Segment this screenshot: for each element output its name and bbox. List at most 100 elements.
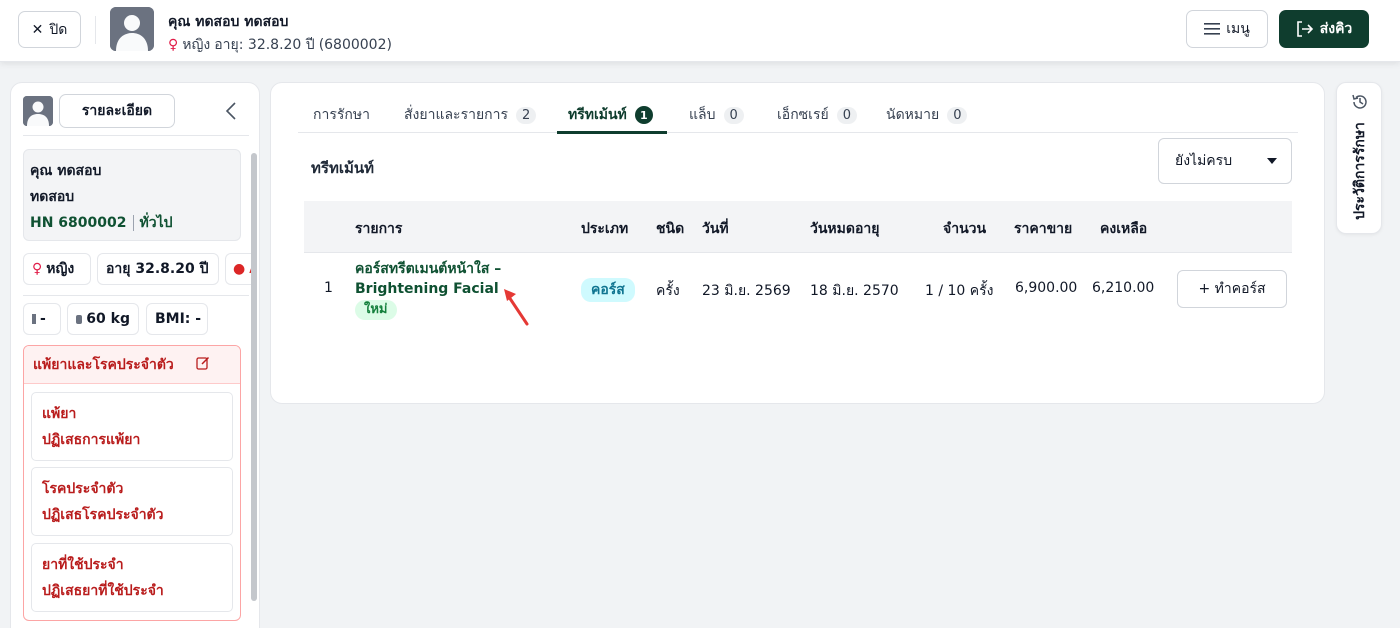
sidebar-divider: [23, 295, 249, 296]
tab-xray[interactable]: เอ็กซเรย์ 0: [777, 97, 857, 133]
allergy-item-label: ยาที่ใช้ประจำ: [42, 557, 124, 573]
tab-count: 1: [634, 106, 653, 124]
menu-button[interactable]: เมนู: [1186, 10, 1268, 48]
hn-number: HN 6800002: [30, 215, 127, 231]
patient-name: คุณ ทดสอบ ทดสอบ: [168, 14, 289, 30]
hamburger-icon: [1204, 23, 1221, 35]
tab-appointment[interactable]: นัดหมาย 0: [886, 97, 968, 133]
hn-line: HN 6800002 ทั่วไป: [30, 210, 234, 236]
age-chip: อายุ 32.8.20 ปี: [97, 253, 219, 285]
row-index: 1: [324, 280, 333, 296]
sidebar-name-line1: คุณ ทดสอบ: [30, 163, 102, 179]
main-panel: การรักษา สั่งยาและรายการ 2 ทรีทเม้นท์ 1 …: [270, 82, 1325, 404]
tab-label: นัดหมาย: [886, 107, 940, 123]
user-silhouette-icon: [23, 96, 53, 126]
col-header-date: วันที่: [702, 221, 729, 237]
scale-icon: [76, 314, 83, 324]
allergy-item-drug: แพ้ยา ปฏิเสธการแพ้ยา: [31, 392, 233, 461]
history-label-wrap: ประวัติการรักษา: [1341, 113, 1379, 229]
col-header-expiry: วันหมดอายุ: [810, 221, 880, 237]
table-header: รายการ ประเภท ชนิด วันที่ วันหมดอายุ จำน…: [304, 201, 1292, 253]
col-header-item: รายการ: [355, 221, 403, 237]
caret-down-icon: [1267, 158, 1277, 164]
edit-icon[interactable]: [196, 356, 210, 374]
tab-label: สั่งยาและรายการ: [404, 107, 509, 123]
status-filter-select[interactable]: ยังไม่ครบ: [1158, 138, 1292, 184]
detail-button[interactable]: รายละเอียด: [59, 94, 175, 128]
patient-code: (6800002): [318, 37, 392, 53]
tab-treatments-course[interactable]: ทรีทเม้นท์ 1: [568, 97, 653, 133]
weight-value: 60 kg: [86, 311, 130, 327]
patient-age: อายุ: 32.8.20 ปี: [214, 37, 315, 53]
close-icon: ✕: [31, 21, 44, 38]
patient-sidebar: รายละเอียด คุณ ทดสอบ ทดสอบ HN 6800002 ทั…: [10, 82, 260, 628]
gender-chip: ♀ หญิง: [23, 253, 91, 285]
user-silhouette-icon: [110, 7, 154, 51]
allergy-item-label: แพ้ยา: [42, 406, 77, 422]
tab-label: เอ็กซเรย์: [777, 107, 829, 123]
tab-bar: การรักษา สั่งยาและรายการ 2 ทรีทเม้นท์ 1 …: [298, 97, 1298, 133]
col-header-quantity: จำนวน: [943, 221, 987, 237]
tab-count: 0: [947, 106, 968, 124]
annotation-arrow-icon: [504, 289, 529, 326]
tab-lab[interactable]: แล็บ 0: [689, 97, 744, 133]
col-header-type: ประเภท: [581, 221, 629, 237]
hn-separator: [132, 215, 134, 231]
row-quantity: 1 / 10 ครั้ง: [925, 283, 994, 299]
tab-count: 2: [516, 106, 537, 124]
allergy-item-value: ปฏิเสธการแพ้ยา: [42, 432, 141, 448]
allergy-section: แพ้ยาและโรคประจำตัว แพ้ยา ปฏิเสธการแพ้ยา…: [23, 345, 241, 621]
top-header: ✕ ปิด คุณ ทดสอบ ทดสอบ ♀ หญิง อายุ: 32.8.…: [0, 0, 1400, 62]
col-header-price: ราคาขาย: [1014, 221, 1073, 237]
sidebar-divider: [23, 135, 249, 136]
allergy-item-disease: โรคประจำตัว ปฏิเสธโรคประจำตัว: [31, 467, 233, 536]
allergy-item-value: ปฏิเสธยาที่ใช้ประจำ: [42, 583, 164, 599]
tab-label: แล็บ: [689, 107, 716, 123]
close-label: ปิด: [49, 21, 68, 38]
bmi-chip: BMI: -: [146, 303, 208, 335]
row-price: 6,900.00: [1015, 280, 1078, 296]
tab-treatment[interactable]: การรักษา: [313, 97, 370, 133]
gender-value: หญิง: [46, 261, 75, 277]
height-icon: [32, 314, 36, 324]
treatment-history-tab[interactable]: ประวัติการรักษา: [1336, 82, 1382, 234]
col-header-unit: ชนิด: [656, 221, 685, 237]
sidebar-scrollbar[interactable]: [251, 153, 257, 601]
row-expiry: 18 มิ.ย. 2570: [810, 283, 899, 299]
tab-label: การรักษา: [313, 107, 370, 123]
history-icon: [1352, 94, 1367, 109]
female-icon: ♀: [168, 37, 179, 53]
blood-drop-icon: ●: [233, 261, 246, 277]
bmi-value: BMI: -: [155, 311, 202, 327]
table-row: 1 คอร์สทรีตเมนต์หน้าใส – Brightening Fac…: [304, 254, 1292, 328]
active-tab-indicator: [557, 131, 667, 134]
row-remaining: 6,210.00: [1092, 280, 1155, 296]
close-button[interactable]: ✕ ปิด: [18, 11, 81, 48]
type-badge: คอร์ส: [581, 278, 635, 302]
tab-orders[interactable]: สั่งยาและรายการ 2: [404, 97, 537, 133]
send-queue-label: ส่งคิว: [1319, 21, 1353, 37]
allergy-header: แพ้ยาและโรคประจำตัว: [24, 346, 240, 384]
do-course-label: + ทำคอร์ส: [1198, 281, 1266, 297]
patient-summary-card: คุณ ทดสอบ ทดสอบ HN 6800002 ทั่วไป: [23, 149, 241, 241]
collapse-sidebar-button[interactable]: [219, 99, 243, 123]
allergy-item-label: โรคประจำตัว: [42, 481, 124, 497]
tab-label: ทรีทเม้นท์: [568, 107, 627, 123]
chevron-left-icon: [225, 102, 236, 120]
new-badge: ใหม่: [355, 300, 397, 320]
sidebar-avatar: [23, 96, 53, 126]
tab-count: 0: [836, 106, 857, 124]
do-course-button[interactable]: + ทำคอร์ส: [1177, 270, 1287, 308]
tab-count: 0: [723, 106, 744, 124]
row-date: 23 มิ.ย. 2569: [702, 283, 791, 299]
weight-chip: 60 kg: [67, 303, 139, 335]
height-value: -: [40, 311, 46, 327]
send-queue-button[interactable]: ส่งคิว: [1279, 10, 1369, 48]
header-divider: [95, 16, 96, 44]
patient-avatar: [110, 7, 154, 51]
allergy-item-value: ปฏิเสธโรคประจำตัว: [42, 507, 164, 523]
col-header-remaining: คงเหลือ: [1100, 221, 1148, 237]
allergy-item-regular-meds: ยาที่ใช้ประจำ ปฏิเสธยาที่ใช้ประจำ: [31, 543, 233, 612]
section-title: ทรีทเม้นท์: [311, 159, 374, 177]
patient-info: ♀ หญิง อายุ: 32.8.20 ปี (6800002): [168, 34, 392, 56]
